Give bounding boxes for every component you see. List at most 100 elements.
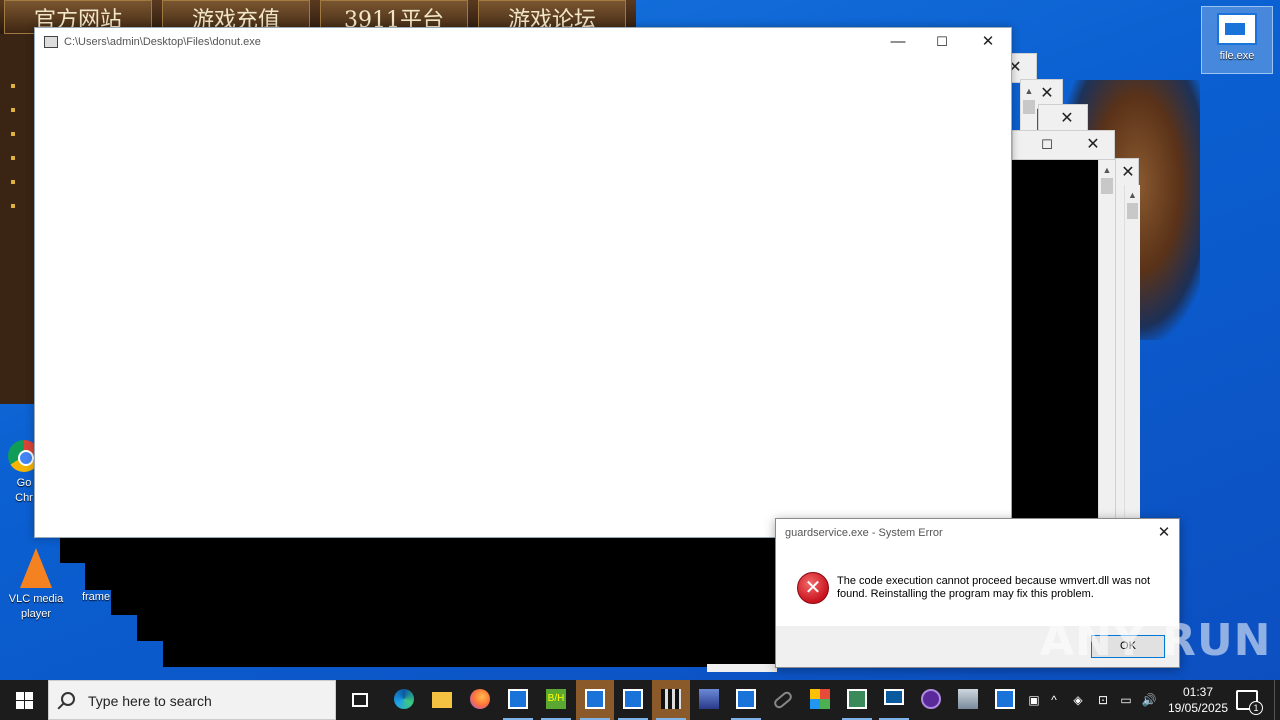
clock-date: 19/05/2025 — [1167, 701, 1229, 715]
scroll-up-arrow[interactable]: ▲ — [1099, 162, 1115, 178]
taskbar-bh-app[interactable]: B/H — [537, 680, 575, 720]
bh-app-icon: B/H — [546, 689, 566, 709]
background-window-edge — [707, 664, 777, 672]
console-window-titlebar[interactable]: ☐ ✕ — [1012, 130, 1115, 160]
donut-exe-window[interactable]: C:\Users\admin\Desktop\Files\donut.exe —… — [34, 27, 1012, 538]
close-icon[interactable]: ✕ — [1035, 82, 1059, 106]
taskbar-link-app[interactable] — [764, 680, 802, 720]
banner-bullet — [11, 180, 15, 184]
close-button[interactable]: ✕ — [965, 28, 1011, 58]
taskbar-installer-app[interactable] — [801, 680, 839, 720]
banner-bullet — [11, 84, 15, 88]
taskbar-window-app[interactable] — [614, 680, 652, 720]
tray-shield-icon[interactable]: ◈ — [1070, 692, 1086, 708]
windows-logo-icon — [25, 692, 33, 700]
window-title: C:\Users\admin\Desktop\Files\donut.exe — [64, 36, 261, 48]
banner-side-menu — [0, 34, 34, 404]
scroll-thumb[interactable] — [1023, 100, 1035, 114]
window-titlebar[interactable]: C:\Users\admin\Desktop\Files\donut.exe —… — [35, 28, 1011, 58]
link-icon — [772, 689, 794, 711]
scroll-thumb[interactable] — [1101, 178, 1113, 194]
dialog-title: guardservice.exe - System Error — [785, 527, 943, 539]
taskbar-purple-app[interactable] — [912, 680, 950, 720]
purple-app-icon — [921, 689, 941, 709]
clock-time: 01:37 — [1182, 685, 1214, 699]
dialog-close-button[interactable]: ✕ — [1151, 521, 1177, 545]
taskbar-edge[interactable] — [385, 680, 423, 720]
console-window-body — [1012, 160, 1098, 520]
network-app-icon — [699, 689, 719, 709]
window-app-icon — [995, 689, 1015, 709]
tray-speaker-icon[interactable]: 🔊 — [1141, 692, 1157, 708]
notification-count-badge: 1 — [1249, 701, 1263, 715]
close-icon[interactable]: ✕ — [1116, 161, 1140, 185]
anyrun-watermark: ANY RUN — [1040, 615, 1272, 666]
tray-network-icon[interactable]: ▭ — [1118, 692, 1134, 708]
desktop-icon-label: Go — [16, 477, 32, 489]
windows-logo-icon — [25, 701, 33, 709]
taskbar-network-app[interactable] — [690, 680, 728, 720]
installer-icon — [810, 689, 830, 709]
notification-center-button[interactable]: 1 — [1236, 690, 1263, 715]
show-desktop-button[interactable] — [1274, 680, 1280, 720]
vlc-cone-icon — [20, 548, 52, 588]
taskbar-search-box[interactable]: Type here to search — [48, 680, 336, 720]
scroll-up-arrow[interactable]: ▲ — [1125, 187, 1140, 203]
window-app-icon — [585, 689, 605, 709]
desktop-icon-label: VLC media — [8, 593, 64, 605]
error-icon: ✕ — [797, 572, 829, 604]
window-app-icon — [623, 689, 643, 709]
windows-logo-icon — [16, 692, 24, 700]
game-app-icon — [661, 689, 681, 709]
taskbar-firefox[interactable] — [461, 680, 499, 720]
window-app-icon — [847, 689, 867, 709]
console-window — [163, 641, 777, 667]
executable-icon — [1217, 13, 1257, 45]
search-placeholder: Type here to search — [88, 693, 212, 709]
scrollbar[interactable]: ▲ — [1020, 83, 1037, 131]
banner-bullet — [11, 132, 15, 136]
scroll-up-arrow[interactable]: ▲ — [1021, 83, 1037, 99]
console-window — [111, 563, 137, 615]
taskbar-monitor-app[interactable] — [875, 680, 913, 720]
banner-bullet — [11, 204, 15, 208]
taskbar-file-explorer[interactable] — [423, 680, 461, 720]
tray-chevron-icon[interactable]: ^ — [1046, 692, 1062, 708]
taskbar-window-app[interactable] — [499, 680, 537, 720]
console-window — [60, 538, 138, 563]
taskbar: Type here to search B/H ▣ ^ ◈ ⊡ ▭ 🔊 01:3… — [0, 680, 1280, 720]
computer-icon — [958, 689, 978, 709]
banner-bullet — [11, 108, 15, 112]
firefox-icon — [470, 689, 490, 709]
scroll-thumb[interactable] — [1127, 203, 1138, 219]
tray-app-icon[interactable]: ▣ — [1026, 692, 1042, 708]
console-window — [137, 538, 777, 641]
taskbar-computer-app[interactable] — [949, 680, 987, 720]
taskbar-window-app[interactable] — [838, 680, 876, 720]
taskbar-window-app[interactable] — [727, 680, 765, 720]
start-button[interactable] — [0, 680, 48, 720]
close-icon[interactable]: ✕ — [1055, 107, 1079, 131]
maximize-icon[interactable]: ☐ — [1035, 133, 1059, 157]
folder-icon — [432, 692, 452, 708]
search-icon — [61, 692, 75, 706]
desktop-icon-file-exe[interactable]: file.exe — [1201, 6, 1273, 74]
banner-bullet — [11, 156, 15, 160]
close-icon[interactable]: ✕ — [1081, 133, 1105, 157]
windows-logo-icon — [16, 701, 24, 709]
maximize-button[interactable]: ☐ — [919, 28, 965, 58]
task-view-button[interactable] — [341, 680, 379, 720]
taskbar-clock[interactable]: 01:37 19/05/2025 — [1162, 684, 1234, 716]
monitor-icon — [884, 689, 904, 705]
scrollbar[interactable]: ▲ — [1098, 160, 1115, 520]
window-app-icon — [736, 689, 756, 709]
taskbar-window-app[interactable] — [986, 680, 1024, 720]
desktop-icon-label: file.exe — [1219, 50, 1255, 62]
taskbar-game-app[interactable] — [652, 680, 690, 720]
minimize-button[interactable]: — — [875, 28, 921, 58]
tray-drive-icon[interactable]: ⊡ — [1095, 692, 1111, 708]
console-app-icon — [44, 36, 58, 48]
desktop-icon-label: frame — [81, 591, 111, 603]
taskbar-window-app[interactable] — [576, 680, 614, 720]
scrollbar[interactable]: ▲ — [1124, 185, 1140, 520]
